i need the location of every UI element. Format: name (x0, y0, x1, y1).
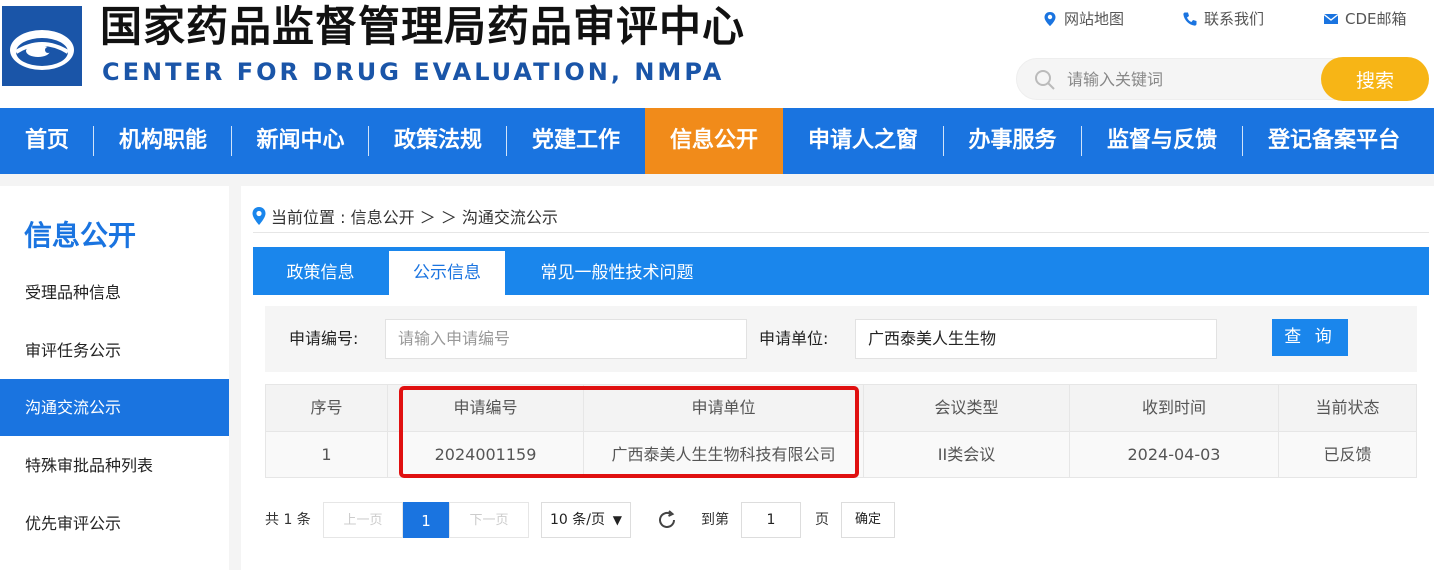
sidebar-item-special-approval[interactable]: 特殊审批品种列表 (0, 437, 229, 494)
breadcrumb-divider (253, 232, 1429, 233)
nav-item-policy[interactable]: 政策法规 (369, 108, 507, 174)
cell-meeting-type: II类会议 (864, 432, 1070, 478)
cell-received-time: 2024-04-03 (1070, 432, 1279, 478)
location-pin-icon (252, 207, 266, 225)
sidebar-item-review-tasks[interactable]: 审评任务公示 (0, 322, 229, 379)
tab-policy-info[interactable]: 政策信息 (253, 247, 388, 295)
nav-item-supervision[interactable]: 监督与反馈 (1082, 108, 1242, 174)
application-number-label: 申请编号: (289, 329, 359, 348)
annotation-highlight-box (399, 386, 859, 478)
breadcrumb: 当前位置 : 信息公开 ＞ ＞ 沟通交流公示 (251, 204, 558, 228)
page-size-value: 10 条/页 (550, 512, 605, 528)
prev-page-button[interactable]: 上一页 (323, 502, 403, 538)
header-meeting-type: 会议类型 (864, 385, 1070, 431)
cde-mail-link[interactable]: CDE邮箱 (1323, 8, 1407, 29)
nav-item-info-disclosure[interactable]: 信息公开 (645, 108, 783, 174)
tab-public-info[interactable]: 公示信息 (389, 251, 505, 295)
site-title-cn: 国家药品监督管理局药品审评中心 (100, 2, 746, 51)
logo-emblem-icon (2, 6, 82, 86)
applicant-unit-input[interactable]: 广西泰美人生生物 (855, 319, 1217, 359)
header-seq: 序号 (266, 385, 388, 431)
main-content: 当前位置 : 信息公开 ＞ ＞ 沟通交流公示 政策信息 公示信息 常见一般性技术… (241, 186, 1434, 570)
sidebar-item-communication[interactable]: 沟通交流公示 (0, 379, 229, 436)
header-received-time: 收到时间 (1070, 385, 1279, 431)
nav-item-news[interactable]: 新闻中心 (232, 108, 369, 174)
nav-item-party[interactable]: 党建工作 (507, 108, 645, 174)
sidebar: 信息公开 受理品种信息 审评任务公示 沟通交流公示 特殊审批品种列表 优先审评公… (0, 186, 229, 570)
content-tabs: 政策信息 公示信息 常见一般性技术问题 (253, 247, 1429, 295)
goto-label: 到第 (701, 512, 729, 528)
search-filter-bar: 申请编号: 请输入申请编号 申请单位: 广西泰美人生生物 查 询 (265, 306, 1417, 372)
query-button[interactable]: 查 询 (1272, 319, 1348, 356)
keyword-search-input[interactable] (1067, 59, 1317, 99)
site-header: 国家药品监督管理局药品审评中心 CENTER FOR DRUG EVALUATI… (0, 0, 1434, 108)
cde-mail-label: CDE邮箱 (1345, 10, 1407, 28)
search-icon (1035, 70, 1055, 90)
page-1-button[interactable]: 1 (403, 502, 449, 538)
cell-seq: 1 (266, 432, 388, 478)
location-pin-icon (1044, 11, 1056, 26)
total-count: 共 1 条 (265, 512, 311, 528)
mail-icon (1323, 13, 1339, 24)
goto-confirm-button[interactable]: 确定 (841, 502, 895, 538)
nav-item-applicant-window[interactable]: 申请人之窗 (783, 108, 943, 174)
contact-link[interactable]: 联系我们 (1182, 8, 1264, 29)
main-nav: 首页 机构职能 新闻中心 政策法规 党建工作 信息公开 申请人之窗 办事服务 监… (0, 108, 1434, 174)
next-page-button[interactable]: 下一页 (449, 502, 529, 538)
application-number-input[interactable]: 请输入申请编号 (385, 319, 747, 359)
sidebar-item-priority-review[interactable]: 优先审评公示 (0, 495, 229, 552)
applicant-unit-label: 申请单位: (759, 329, 829, 348)
cde-logo[interactable] (2, 6, 82, 86)
sidebar-item-accepted-varieties[interactable]: 受理品种信息 (0, 264, 229, 321)
sitemap-label: 网站地图 (1064, 10, 1125, 28)
cell-current-status: 已反馈 (1323, 445, 1372, 464)
nav-item-home[interactable]: 首页 (0, 108, 94, 174)
tab-technical-questions[interactable]: 常见一般性技术问题 (529, 247, 705, 295)
chevron-down-icon: ▼ (612, 513, 622, 527)
nav-item-services[interactable]: 办事服务 (944, 108, 1081, 174)
sitemap-link[interactable]: 网站地图 (1042, 8, 1124, 29)
page-size-select[interactable]: 10 条/页 ▼ (541, 502, 631, 538)
search-button[interactable]: 搜索 (1321, 57, 1429, 101)
goto-page-input[interactable]: 1 (741, 502, 801, 538)
refresh-icon[interactable] (655, 508, 679, 532)
nav-item-registration-platform[interactable]: 登记备案平台 (1243, 108, 1425, 174)
header-current-status: 当前状态 (1315, 398, 1380, 417)
phone-icon (1183, 12, 1197, 26)
site-title-en: CENTER FOR DRUG EVALUATION, NMPA (102, 58, 725, 86)
nav-item-functions[interactable]: 机构职能 (94, 108, 232, 174)
page-unit-label: 页 (815, 512, 829, 528)
sidebar-title: 信息公开 (24, 219, 137, 252)
breadcrumb-text: 当前位置 : 信息公开 ＞ ＞ 沟通交流公示 (271, 208, 558, 227)
contact-label: 联系我们 (1204, 10, 1265, 28)
